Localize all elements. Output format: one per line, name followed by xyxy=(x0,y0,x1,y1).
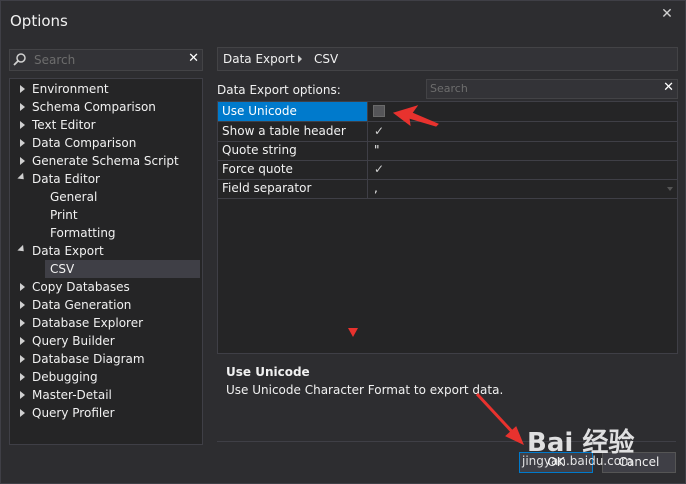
expand-arrow-icon[interactable] xyxy=(18,332,28,350)
breadcrumb-item[interactable]: Data Export xyxy=(223,52,295,66)
options-section-label: Data Export options: xyxy=(217,83,341,97)
tree-item-query-builder[interactable]: Query Builder xyxy=(10,332,200,350)
tree-item-master-detail[interactable]: Master-Detail xyxy=(10,386,200,404)
collapse-arrow-icon[interactable] xyxy=(17,242,28,260)
dialog-title: Options xyxy=(10,12,68,30)
tree-item-data-editor[interactable]: Data Editor xyxy=(10,170,200,188)
expand-arrow-icon[interactable] xyxy=(18,296,28,314)
property-row-quote-string[interactable]: Quote string " xyxy=(218,141,677,161)
search-placeholder: Search xyxy=(34,53,76,67)
tree-item-data-generation[interactable]: Data Generation xyxy=(10,296,200,314)
breadcrumb: Data Export CSV xyxy=(217,47,678,71)
quote-string-value[interactable]: " xyxy=(374,141,380,160)
tree-item-formatting[interactable]: Formatting xyxy=(10,224,200,242)
tree-item-environment[interactable]: Environment xyxy=(10,80,200,98)
options-search-input[interactable]: Search ✕ xyxy=(9,49,203,71)
expand-arrow-icon[interactable] xyxy=(18,314,28,332)
field-separator-value[interactable]: , xyxy=(374,179,378,198)
search-placeholder: Search xyxy=(430,82,468,95)
property-search-input[interactable]: Search ✕ xyxy=(426,79,678,99)
property-row-show-table-header[interactable]: Show a table header ✓ xyxy=(218,122,677,142)
collapse-arrow-icon[interactable] xyxy=(17,170,28,188)
description-text: Use Unicode Character Format to export d… xyxy=(226,383,504,397)
options-tree[interactable]: Environment Schema Comparison Text Edito… xyxy=(9,78,203,445)
dropdown-arrow-icon[interactable] xyxy=(667,187,673,191)
tree-item-copy-databases[interactable]: Copy Databases xyxy=(10,278,200,296)
expand-arrow-icon[interactable] xyxy=(18,98,28,116)
expand-arrow-icon[interactable] xyxy=(18,278,28,296)
clear-search-icon[interactable]: ✕ xyxy=(663,80,674,95)
description-heading: Use Unicode xyxy=(226,365,310,379)
tree-item-data-comparison[interactable]: Data Comparison xyxy=(10,134,200,152)
expand-arrow-icon[interactable] xyxy=(18,368,28,386)
check-icon[interactable]: ✓ xyxy=(373,125,385,137)
use-unicode-checkbox[interactable] xyxy=(373,105,385,117)
expand-arrow-icon[interactable] xyxy=(18,386,28,404)
breadcrumb-separator-icon xyxy=(298,55,302,63)
breadcrumb-item: CSV xyxy=(314,52,339,66)
tree-item-text-editor[interactable]: Text Editor xyxy=(10,116,200,134)
tree-item-print[interactable]: Print xyxy=(10,206,200,224)
property-row-field-separator[interactable]: Field separator , xyxy=(218,179,677,199)
expand-arrow-icon[interactable] xyxy=(18,134,28,152)
expand-arrow-icon[interactable] xyxy=(18,404,28,422)
property-grid: Use Unicode Show a table header ✓ Quote … xyxy=(217,101,678,354)
expand-arrow-icon[interactable] xyxy=(18,116,28,134)
search-icon xyxy=(13,53,26,66)
tree-item-data-export[interactable]: Data Export xyxy=(10,242,200,260)
tree-item-csv[interactable]: CSV xyxy=(10,260,200,278)
tree-item-database-explorer[interactable]: Database Explorer xyxy=(10,314,200,332)
watermark-url: jingyan.baidu.com xyxy=(522,454,633,468)
property-row-use-unicode[interactable]: Use Unicode xyxy=(218,102,677,122)
close-icon[interactable]: ✕ xyxy=(658,6,676,22)
expand-arrow-icon[interactable] xyxy=(18,80,28,98)
tree-item-debugging[interactable]: Debugging xyxy=(10,368,200,386)
tree-item-generate-schema-script[interactable]: Generate Schema Script xyxy=(10,152,200,170)
expand-arrow-icon[interactable] xyxy=(18,350,28,368)
clear-search-icon[interactable]: ✕ xyxy=(188,51,199,66)
tree-item-schema-comparison[interactable]: Schema Comparison xyxy=(10,98,200,116)
tree-item-general[interactable]: General xyxy=(10,188,200,206)
property-row-force-quote[interactable]: Force quote ✓ xyxy=(218,160,677,180)
tree-item-query-profiler[interactable]: Query Profiler xyxy=(10,404,200,422)
check-icon[interactable]: ✓ xyxy=(373,163,385,175)
expand-arrow-icon[interactable] xyxy=(18,152,28,170)
tree-item-database-diagram[interactable]: Database Diagram xyxy=(10,350,200,368)
